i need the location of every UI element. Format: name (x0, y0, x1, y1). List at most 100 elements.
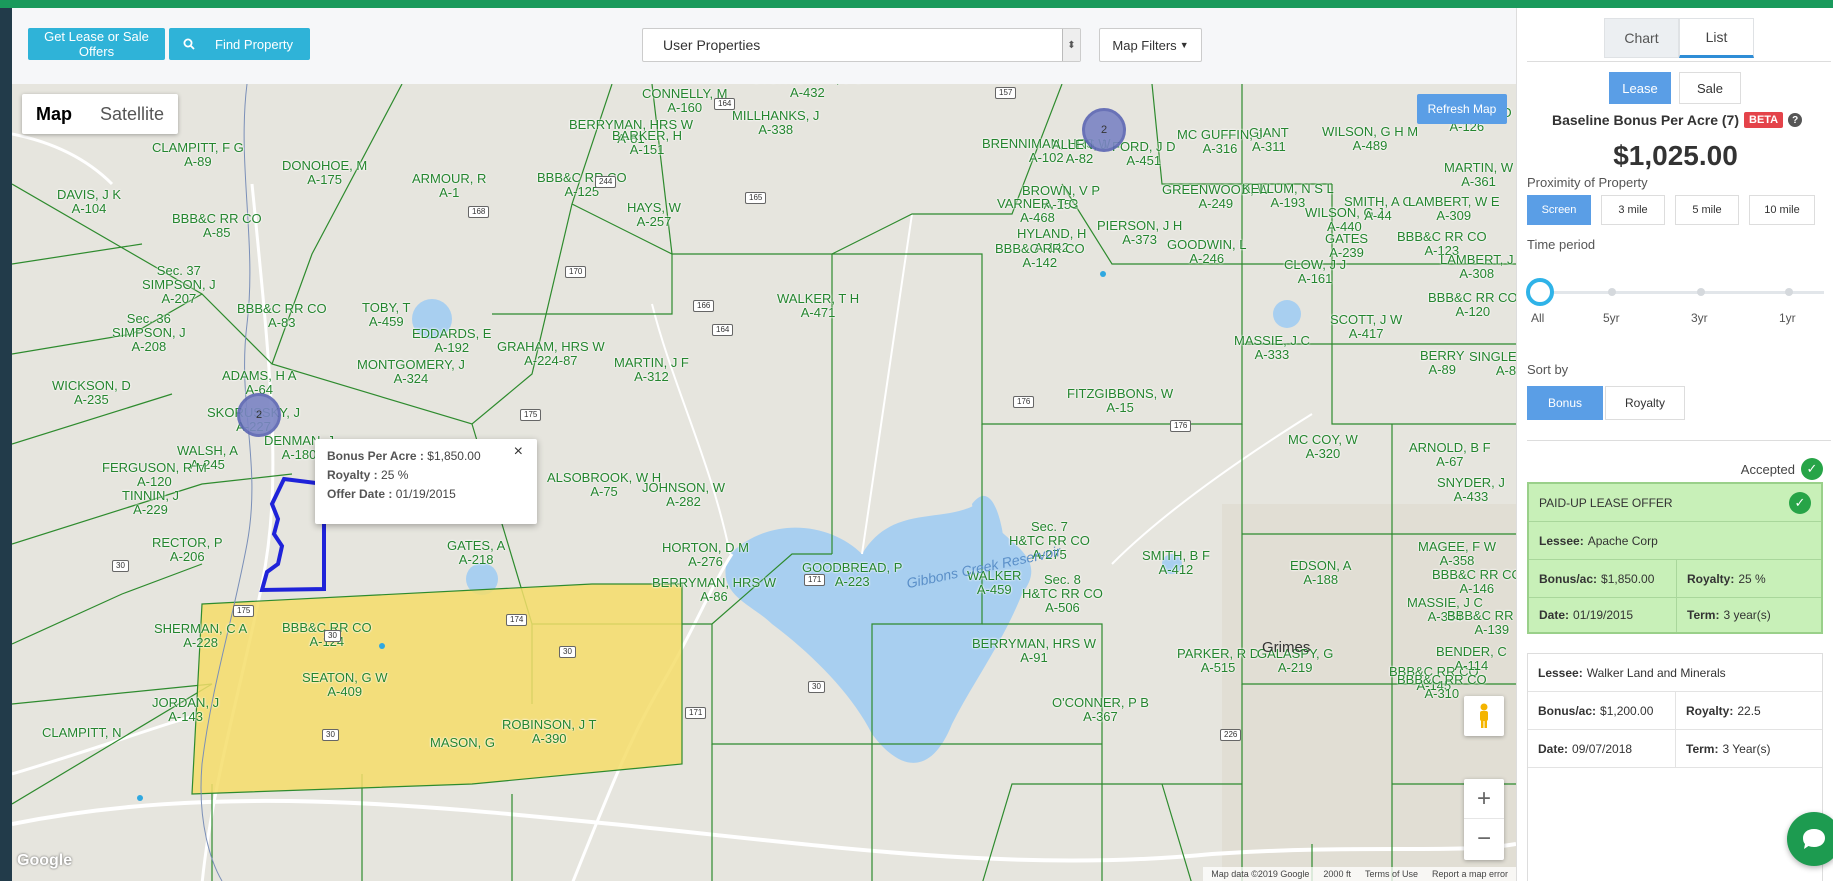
survey-label: WILSON, G H M A-489 (1322, 124, 1419, 153)
popup-royalty-value: 25 % (381, 468, 409, 482)
chevron-updown-icon[interactable]: ⬍ (1062, 29, 1080, 61)
check-circle-icon: ✓ (1801, 458, 1823, 480)
highway-shield: 171 (685, 707, 707, 719)
survey-label: DAVIS, J K A-104 (57, 187, 122, 216)
close-icon[interactable]: × (514, 443, 523, 461)
offer-card[interactable]: PAID-UP LEASE OFFER ✓ Lessee: Apache Corp… (1527, 482, 1823, 634)
cluster-marker[interactable]: 2 (1082, 108, 1126, 152)
date-value: 01/19/2015 (1573, 608, 1634, 622)
beta-badge: BETA (1744, 112, 1784, 128)
highway-shield: 176 (1170, 420, 1192, 432)
street-view-pegman-icon[interactable] (1464, 696, 1504, 736)
time-period-slider[interactable] (1539, 291, 1824, 294)
baseline-header: Baseline Bonus Per Acre (7) BETA ? (1552, 112, 1803, 128)
lease-button[interactable]: Lease (1609, 72, 1671, 104)
highway-shield: 30 (808, 681, 825, 693)
proximity-options: Screen 3 mile 5 mile 10 mile (1527, 195, 1815, 225)
highway-shield: 168 (468, 206, 490, 218)
accepted-indicator: Accepted ✓ (1741, 458, 1823, 480)
survey-label: BBB&C RR CO A-120 (1428, 290, 1516, 319)
survey-label: JOHNSON, W A-282 (642, 480, 726, 509)
chat-icon (1803, 829, 1825, 849)
find-property-button[interactable]: Find Property (169, 28, 310, 60)
property-select-value: User Properties (663, 37, 761, 53)
survey-label: WICKSON, D A-235 (52, 378, 131, 407)
chat-button[interactable] (1787, 812, 1833, 866)
proximity-3mile-button[interactable]: 3 mile (1601, 195, 1665, 225)
survey-label: FITZGIBBONS, W A-15 (1067, 386, 1174, 415)
tab-list[interactable]: List (1679, 18, 1754, 58)
survey-label: BBB&C RR CO A-142 (995, 241, 1085, 270)
property-select[interactable]: User Properties ⬍ (642, 28, 1081, 62)
time-option-all[interactable]: All (1531, 311, 1544, 325)
survey-label: MAGEE, F W A-358 (1418, 539, 1496, 568)
search-icon (183, 38, 195, 50)
sale-button[interactable]: Sale (1679, 72, 1741, 104)
survey-label: SMITH, B F A-412 (1142, 548, 1210, 577)
sort-bonus-button[interactable]: Bonus (1527, 386, 1603, 420)
survey-label: BBB&C RR COA-139 (1447, 608, 1516, 637)
zoom-in-button[interactable]: + (1464, 779, 1504, 819)
cluster-marker[interactable]: 2 (237, 393, 281, 437)
term-value: 3 Year(s) (1722, 741, 1771, 756)
sort-royalty-button[interactable]: Royalty (1605, 386, 1685, 420)
terms-link[interactable]: Terms of Use (1365, 869, 1418, 879)
survey-label: TINNIN, J A-229 (122, 488, 180, 517)
survey-label: BERRYMAN, HRS W A-86 (652, 575, 776, 604)
map-type-map-button[interactable]: Map (22, 94, 86, 134)
time-option-5yr[interactable]: 5yr (1603, 311, 1620, 325)
selected-tract (191, 583, 683, 795)
survey-label: SCOTT, J W A-417 (1330, 312, 1403, 341)
date-label: Date: (1538, 742, 1569, 756)
zoom-control: + − (1464, 779, 1504, 860)
survey-label: VARNER, T C A-468 (997, 196, 1078, 225)
zoom-out-button[interactable]: − (1464, 819, 1504, 859)
map-type-satellite-button[interactable]: Satellite (86, 94, 178, 134)
royalty-value: 25 % (1738, 571, 1766, 586)
refresh-map-button[interactable]: Refresh Map (1417, 94, 1507, 124)
survey-label: CLOW, J J A-161 (1284, 257, 1347, 286)
proximity-label: Proximity of Property (1527, 175, 1648, 190)
offer-type-toggle: Lease Sale (1609, 72, 1741, 104)
survey-label: CLAMPITT, F G A-89 (152, 140, 244, 169)
toolbar: Get Lease or Sale Offers Find Property U… (12, 8, 1516, 84)
sort-label: Sort by (1527, 362, 1569, 377)
map-canvas[interactable]: CONNELLY, MA-160STURTEVANT, J CA-432MILL… (12, 84, 1516, 881)
time-option-1yr[interactable]: 1yr (1779, 311, 1796, 325)
lessee-label: Lessee: (1538, 665, 1583, 680)
bonus-label: Bonus/ac: (1539, 572, 1598, 586)
map-filters-button[interactable]: Map Filters ▼ (1099, 28, 1202, 62)
offer-card[interactable]: Lessee: Walker Land and Minerals Bonus/ac… (1527, 653, 1823, 881)
top-accent-bar (0, 0, 1833, 8)
slider-handle[interactable] (1526, 278, 1554, 306)
survey-label: MARTIN, W A-361 (1444, 160, 1514, 189)
proximity-screen-button[interactable]: Screen (1527, 195, 1591, 225)
lessee-value: Walker Land and Minerals (1586, 665, 1726, 680)
proximity-5mile-button[interactable]: 5 mile (1675, 195, 1739, 225)
lessee-label: Lessee: (1539, 533, 1584, 548)
survey-label: BERRY A-89 (1420, 348, 1465, 377)
divider (1527, 440, 1831, 441)
survey-label: JORDAN, J A-143 (152, 695, 220, 724)
survey-label: SNYDER, J A-433 (1437, 475, 1505, 504)
highway-shield: 30 (559, 646, 576, 658)
survey-label: LAMBERT, J A-308 (1440, 252, 1514, 281)
survey-label: RECTOR, P A-206 (152, 535, 223, 564)
report-link[interactable]: Report a map error (1432, 869, 1508, 879)
proximity-10mile-button[interactable]: 10 mile (1749, 195, 1815, 225)
bonus-label: Bonus/ac: (1538, 704, 1597, 718)
survey-label: SEATON, G W A-409 (302, 670, 388, 699)
tab-chart[interactable]: Chart (1604, 18, 1679, 58)
popup-royalty-label: Royalty : (327, 468, 378, 482)
highway-shield: 226 (1220, 729, 1242, 741)
google-logo: Google (17, 852, 73, 869)
date-value: 09/07/2018 (1572, 742, 1633, 756)
lease-offers-button[interactable]: Get Lease or Sale Offers (28, 28, 165, 60)
map-footer: Map data ©2019 Google 2000 ft Terms of U… (1203, 867, 1516, 881)
time-option-3yr[interactable]: 3yr (1691, 311, 1708, 325)
help-icon[interactable]: ? (1788, 113, 1803, 127)
popup-date-value: 01/19/2015 (395, 487, 456, 501)
survey-label: MASSIE, J C A-333 (1234, 333, 1310, 362)
popup-bonus-value: $1,850.00 (427, 449, 481, 463)
popup-bonus-label: Bonus Per Acre : (327, 449, 424, 463)
